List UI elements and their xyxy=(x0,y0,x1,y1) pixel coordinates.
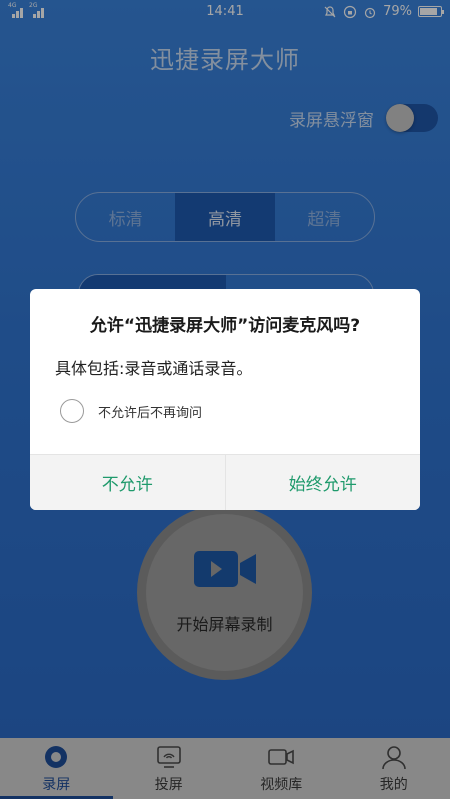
dont-ask-again-row[interactable]: 不允许后不再询问 xyxy=(60,399,202,423)
dialog-message: 具体包括:录音或通话录音。 xyxy=(55,359,253,378)
dialog-title: 允许“迅捷录屏大师”访问麦克风吗? xyxy=(89,316,361,336)
dialog-buttons: 不允许 始终允许 xyxy=(30,454,420,510)
always-allow-button[interactable]: 始终允许 xyxy=(224,455,421,510)
deny-button[interactable]: 不允许 xyxy=(30,455,225,510)
permission-dialog: 允许“迅捷录屏大师”访问麦克风吗? 具体包括:录音或通话录音。 不允许后不再询问… xyxy=(30,289,420,510)
dont-ask-again-checkbox[interactable] xyxy=(60,399,84,423)
dont-ask-again-label: 不允许后不再询问 xyxy=(98,405,203,421)
